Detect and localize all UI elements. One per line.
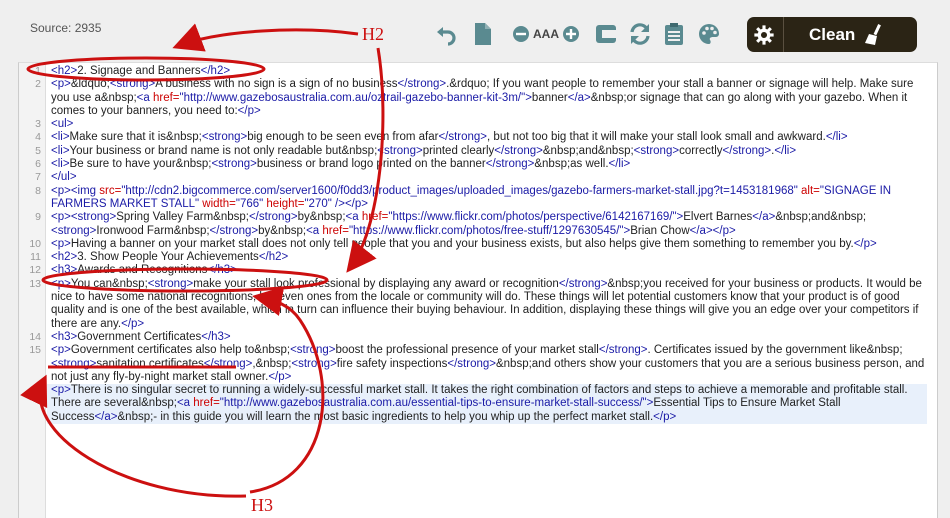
increase-font-icon[interactable] (562, 22, 580, 46)
code-line[interactable]: 8 <p><img src="http://cdn2.bigcommerce.co… (35, 185, 927, 212)
code-line[interactable]: 10 <p>Having a banner on your market stal… (29, 238, 927, 251)
code-line[interactable]: 15 <p>Government certificates also help t… (29, 344, 927, 384)
code-line[interactable]: 5 <li>Your business or brand name is not … (35, 145, 927, 158)
line-number: 11 (30, 251, 41, 264)
source-count: Source: 2935 (30, 21, 102, 35)
line-number: 10 (29, 237, 41, 250)
line-number: 13 (29, 277, 41, 290)
clipboard-icon[interactable] (663, 22, 685, 46)
line-number: 15 (29, 344, 41, 357)
code-line[interactable]: 12 <h3>Awards and Recognitions</h3> (29, 264, 927, 277)
code-lines: 1 <h2>2. Signage and Banners</h2> 2 <p>&ld… (29, 63, 927, 425)
clean-button[interactable]: Clean (747, 17, 917, 52)
h3-annotation-label: H3 (251, 495, 273, 515)
line-number: 1 (35, 65, 41, 77)
refresh-icon[interactable] (628, 22, 652, 46)
line-number: 9 (35, 211, 41, 224)
clean-button-divider (783, 17, 784, 52)
code-line[interactable]: 4 <li>Make sure that it is&nbsp;<strong>b… (35, 131, 927, 144)
line-number: 6 (35, 158, 41, 171)
code-line[interactable]: 7 </ul> (35, 171, 927, 184)
line-number: 16 (29, 384, 41, 397)
line-number: 3 (35, 118, 41, 131)
h2-annotation-label: H2 (362, 24, 384, 44)
new-document-icon[interactable] (472, 22, 494, 46)
code-line[interactable]: 13 <p>You can&nbsp;<strong>make your stal… (29, 278, 927, 331)
code-line[interactable]: 6 <li>Be sure to have your&nbsp;<strong>b… (35, 158, 927, 171)
code-line[interactable]: 14 <h3>Government Certificates</h3> (29, 331, 927, 344)
line-number: 2 (35, 78, 41, 91)
code-line[interactable]: 11 <h2>3. Show People Your Achievements</… (30, 251, 927, 264)
line-number: 12 (29, 264, 41, 277)
decrease-font-icon[interactable] (512, 22, 530, 46)
palette-icon[interactable] (697, 22, 721, 46)
font-size-icon: AAA (533, 27, 559, 41)
code-line[interactable]: 2 <p>&ldquo;<strong>A business with no si… (35, 78, 927, 118)
line-number: 8 (35, 184, 41, 197)
broom-icon (865, 23, 882, 45)
line-number: 5 (35, 144, 41, 157)
code-line[interactable]: 3 <ul> (35, 118, 927, 131)
clean-button-label: Clean (809, 24, 856, 44)
line-number: 4 (35, 131, 41, 144)
toolbar: Source: 2935 AAA Clean (0, 0, 950, 62)
code-line[interactable]: 1 <h2>2. Signage and Banners</h2> (35, 65, 927, 78)
line-number: 7 (35, 171, 41, 184)
code-line[interactable]: 9 <p><strong>Spring Valley Farm&nbsp;</st… (35, 211, 927, 238)
code-editor[interactable]: 1 <h2>2. Signage and Banners</h2> 2 <p>&ld… (18, 62, 938, 518)
undo-icon[interactable] (434, 22, 458, 46)
wrap-icon[interactable] (594, 22, 618, 46)
gear-icon[interactable] (753, 24, 775, 46)
code-line-active[interactable]: 16 <p>There is no singular secret to runn… (29, 384, 927, 425)
line-number: 14 (29, 330, 41, 343)
